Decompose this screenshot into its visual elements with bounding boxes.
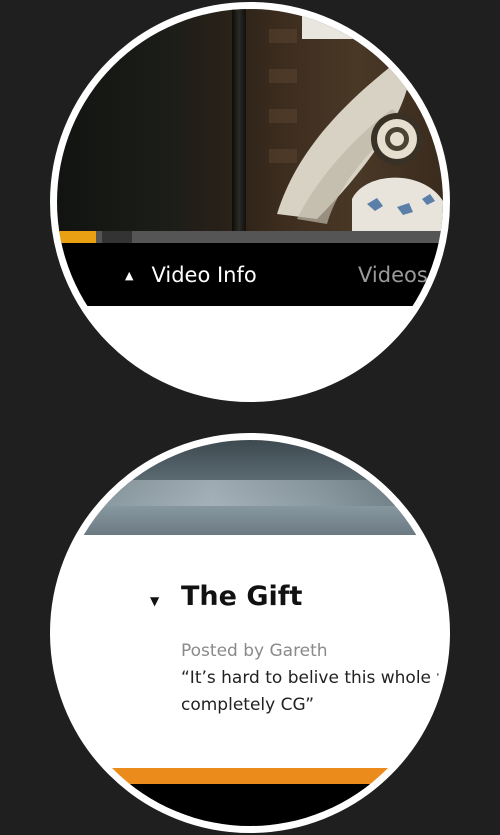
video-title: The Gift	[181, 581, 303, 612]
buffer-gap	[102, 231, 132, 243]
video-info-panel: ▼ The Gift Posted by Gareth “It’s hard t…	[57, 535, 443, 785]
footer-bar	[57, 784, 443, 826]
progress-bar[interactable]	[57, 231, 443, 243]
video-tab-bar: ▲ Video Info Videos	[57, 243, 443, 306]
progress-fill	[57, 231, 96, 243]
tab-label: Video Info	[151, 263, 257, 287]
door-frame	[232, 9, 246, 231]
video-description: “It’s hard to belive this whole v is com…	[181, 668, 450, 715]
posted-by: Posted by Gareth	[181, 641, 328, 661]
video-frame[interactable]	[57, 9, 443, 231]
tab-label: Videos	[358, 263, 428, 287]
video-info-zoom: ▼ The Gift Posted by Gareth “It’s hard t…	[50, 433, 450, 833]
triangle-up-icon: ▲	[125, 269, 134, 282]
overlay-panel	[302, 9, 356, 39]
tab-videos[interactable]: Videos	[358, 263, 428, 287]
triangle-down-icon[interactable]: ▼	[150, 594, 159, 608]
accent-bar	[57, 768, 443, 784]
tab-video-info[interactable]: ▲ Video Info	[125, 263, 257, 287]
video-player-zoom: ▲ Video Info Videos	[50, 2, 450, 402]
hero-thumbnail	[57, 440, 443, 535]
pale-figure-illustration	[277, 54, 443, 231]
hero-blur-band	[57, 480, 443, 506]
